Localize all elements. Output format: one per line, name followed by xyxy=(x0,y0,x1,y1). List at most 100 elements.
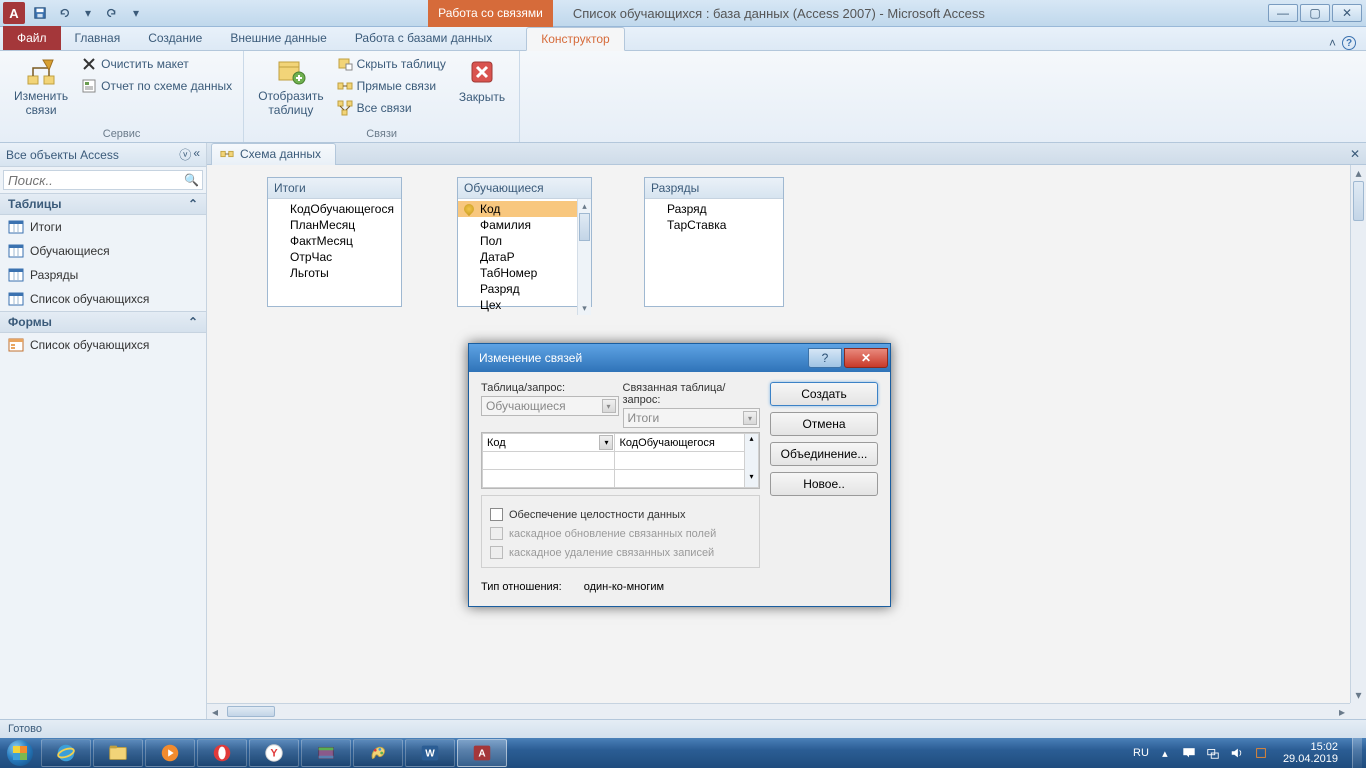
table-field[interactable]: ТабНомер xyxy=(458,265,577,281)
navpane-header[interactable]: Все объекты Access ⓥ « xyxy=(0,143,206,167)
grid-empty-cell[interactable] xyxy=(483,452,615,470)
taskbar-item-opera[interactable] xyxy=(197,739,247,767)
taskbar-item-winrar[interactable] xyxy=(301,739,351,767)
ribbon-minimize-icon[interactable]: ˄ xyxy=(1329,36,1336,50)
show-table-button[interactable]: Отобразить таблицу xyxy=(252,54,329,120)
table-field[interactable]: ОтрЧас xyxy=(268,249,401,265)
save-icon[interactable] xyxy=(29,2,51,24)
file-tab[interactable]: Файл xyxy=(3,26,61,50)
table-field[interactable]: ПланМесяц xyxy=(268,217,401,233)
scroll-left-icon[interactable]: ◂ xyxy=(207,704,223,719)
dropdown-icon[interactable]: ▾ xyxy=(602,399,616,413)
tray-misc-icon[interactable] xyxy=(1253,745,1269,761)
grid-scrollbar[interactable]: ▴ ▾ xyxy=(745,434,759,488)
close-button-ribbon[interactable]: Закрыть xyxy=(453,54,511,106)
scroll-thumb[interactable] xyxy=(579,213,590,241)
combo-table[interactable]: Обучающиеся ▾ xyxy=(481,396,619,416)
combo-related-table[interactable]: Итоги ▾ xyxy=(623,408,761,428)
undo-icon[interactable] xyxy=(53,2,75,24)
scroll-up-icon[interactable]: ▴ xyxy=(745,434,758,448)
table-field[interactable]: Цех xyxy=(458,297,577,313)
tab-external[interactable]: Внешние данные xyxy=(216,26,341,50)
volume-icon[interactable] xyxy=(1229,745,1245,761)
network-icon[interactable] xyxy=(1205,745,1221,761)
minimize-button[interactable]: — xyxy=(1268,4,1298,22)
tab-create[interactable]: Создание xyxy=(134,26,216,50)
taskbar-item-ie[interactable] xyxy=(41,739,91,767)
table-field[interactable]: Льготы xyxy=(268,265,401,281)
document-close-button[interactable]: ✕ xyxy=(1344,147,1366,161)
scroll-thumb[interactable] xyxy=(227,706,275,717)
grid-empty-cell[interactable] xyxy=(615,470,745,488)
table-box-itogi[interactable]: Итоги КодОбучающегося ПланМесяц ФактМеся… xyxy=(267,177,402,307)
dialog-titlebar[interactable]: Изменение связей ? ✕ xyxy=(469,344,890,372)
navitem-table[interactable]: Список обучающихся xyxy=(0,287,206,311)
all-relationships-button[interactable]: Все связи xyxy=(334,98,449,118)
table-field[interactable]: Разряд xyxy=(645,201,783,217)
navgroup-tables-header[interactable]: Таблицы ⌃ xyxy=(0,193,206,215)
dropdown-icon[interactable]: ▾ xyxy=(743,411,757,425)
navpane-dropdown-icon[interactable]: ⓥ xyxy=(179,146,191,163)
qat-customize-icon[interactable]: ▾ xyxy=(125,2,147,24)
scroll-up-icon[interactable]: ▴ xyxy=(578,199,591,213)
table-field[interactable]: КодОбучающегося xyxy=(268,201,401,217)
create-new-button[interactable]: Новое.. xyxy=(770,472,878,496)
field-right-cell[interactable]: КодОбучающегося xyxy=(615,434,745,452)
table-field[interactable]: Фамилия xyxy=(458,217,577,233)
field-mapping-grid[interactable]: Код ▾ КодОбучающегося ▴ ▾ xyxy=(481,432,760,489)
table-field-key[interactable]: Код xyxy=(458,201,577,217)
dropdown-icon[interactable]: ▾ xyxy=(599,435,613,450)
navitem-table[interactable]: Итоги xyxy=(0,215,206,239)
checkbox-icon[interactable] xyxy=(490,508,503,521)
navitem-table[interactable]: Обучающиеся xyxy=(0,239,206,263)
action-center-icon[interactable] xyxy=(1181,745,1197,761)
dialog-help-button[interactable]: ? xyxy=(808,348,842,368)
scroll-thumb[interactable] xyxy=(1353,181,1364,221)
table-field[interactable]: Пол xyxy=(458,233,577,249)
tab-dbtools[interactable]: Работа с базами данных xyxy=(341,26,506,50)
undo-dropdown-icon[interactable]: ▾ xyxy=(77,2,99,24)
dialog-close-button[interactable]: ✕ xyxy=(844,348,888,368)
taskbar-item-access-active[interactable]: A xyxy=(457,739,507,767)
direct-relationships-button[interactable]: Прямые связи xyxy=(334,76,449,96)
table-box-obuch[interactable]: Обучающиеся Код Фамилия Пол ДатаР ТабНом… xyxy=(457,177,592,307)
navitem-table[interactable]: Разряды xyxy=(0,263,206,287)
taskbar-item-paint[interactable] xyxy=(353,739,403,767)
edit-relationships-button[interactable]: Изменить связи xyxy=(8,54,74,120)
table-field[interactable]: ДатаР xyxy=(458,249,577,265)
start-button[interactable] xyxy=(0,738,40,768)
taskbar-item-yandex[interactable]: Y xyxy=(249,739,299,767)
help-icon[interactable]: ? xyxy=(1342,36,1356,50)
grid-empty-cell[interactable] xyxy=(615,452,745,470)
navitem-form[interactable]: Список обучающихся xyxy=(0,333,206,357)
navgroup-forms-header[interactable]: Формы ⌃ xyxy=(0,311,206,333)
taskbar-item-explorer[interactable] xyxy=(93,739,143,767)
cancel-button[interactable]: Отмена xyxy=(770,412,878,436)
hide-table-button[interactable]: Скрыть таблицу xyxy=(334,54,449,74)
scroll-down-icon[interactable]: ▾ xyxy=(578,301,591,315)
scroll-down-icon[interactable]: ▾ xyxy=(745,472,758,486)
input-language[interactable]: RU xyxy=(1133,747,1149,759)
tray-chevron-icon[interactable]: ▴ xyxy=(1157,745,1173,761)
document-tab[interactable]: Схема данных xyxy=(211,143,336,165)
table-box-razr[interactable]: Разряды Разряд ТарСтавка xyxy=(644,177,784,307)
search-icon[interactable]: 🔍 xyxy=(184,173,199,187)
clear-layout-button[interactable]: Очистить макет xyxy=(78,54,235,74)
maximize-button[interactable]: ▢ xyxy=(1300,4,1330,22)
redo-icon[interactable] xyxy=(101,2,123,24)
search-input[interactable] xyxy=(3,170,203,190)
clock[interactable]: 15:02 29.04.2019 xyxy=(1277,741,1344,765)
join-type-button[interactable]: Объединение... xyxy=(770,442,878,466)
field-left-cell[interactable]: Код ▾ xyxy=(483,434,615,452)
create-button[interactable]: Создать xyxy=(770,382,878,406)
close-button[interactable]: ✕ xyxy=(1332,4,1362,22)
tab-design[interactable]: Конструктор xyxy=(526,27,624,51)
table-field[interactable]: ТарСтавка xyxy=(645,217,783,233)
taskbar-item-word[interactable]: W xyxy=(405,739,455,767)
table-field[interactable]: ФактМесяц xyxy=(268,233,401,249)
navpane-collapse-icon[interactable]: « xyxy=(193,146,200,163)
table-scrollbar[interactable]: ▴ ▾ xyxy=(577,199,591,315)
scroll-down-icon[interactable]: ▾ xyxy=(1351,687,1366,703)
show-desktop-button[interactable] xyxy=(1352,738,1362,768)
grid-empty-cell[interactable] xyxy=(483,470,615,488)
